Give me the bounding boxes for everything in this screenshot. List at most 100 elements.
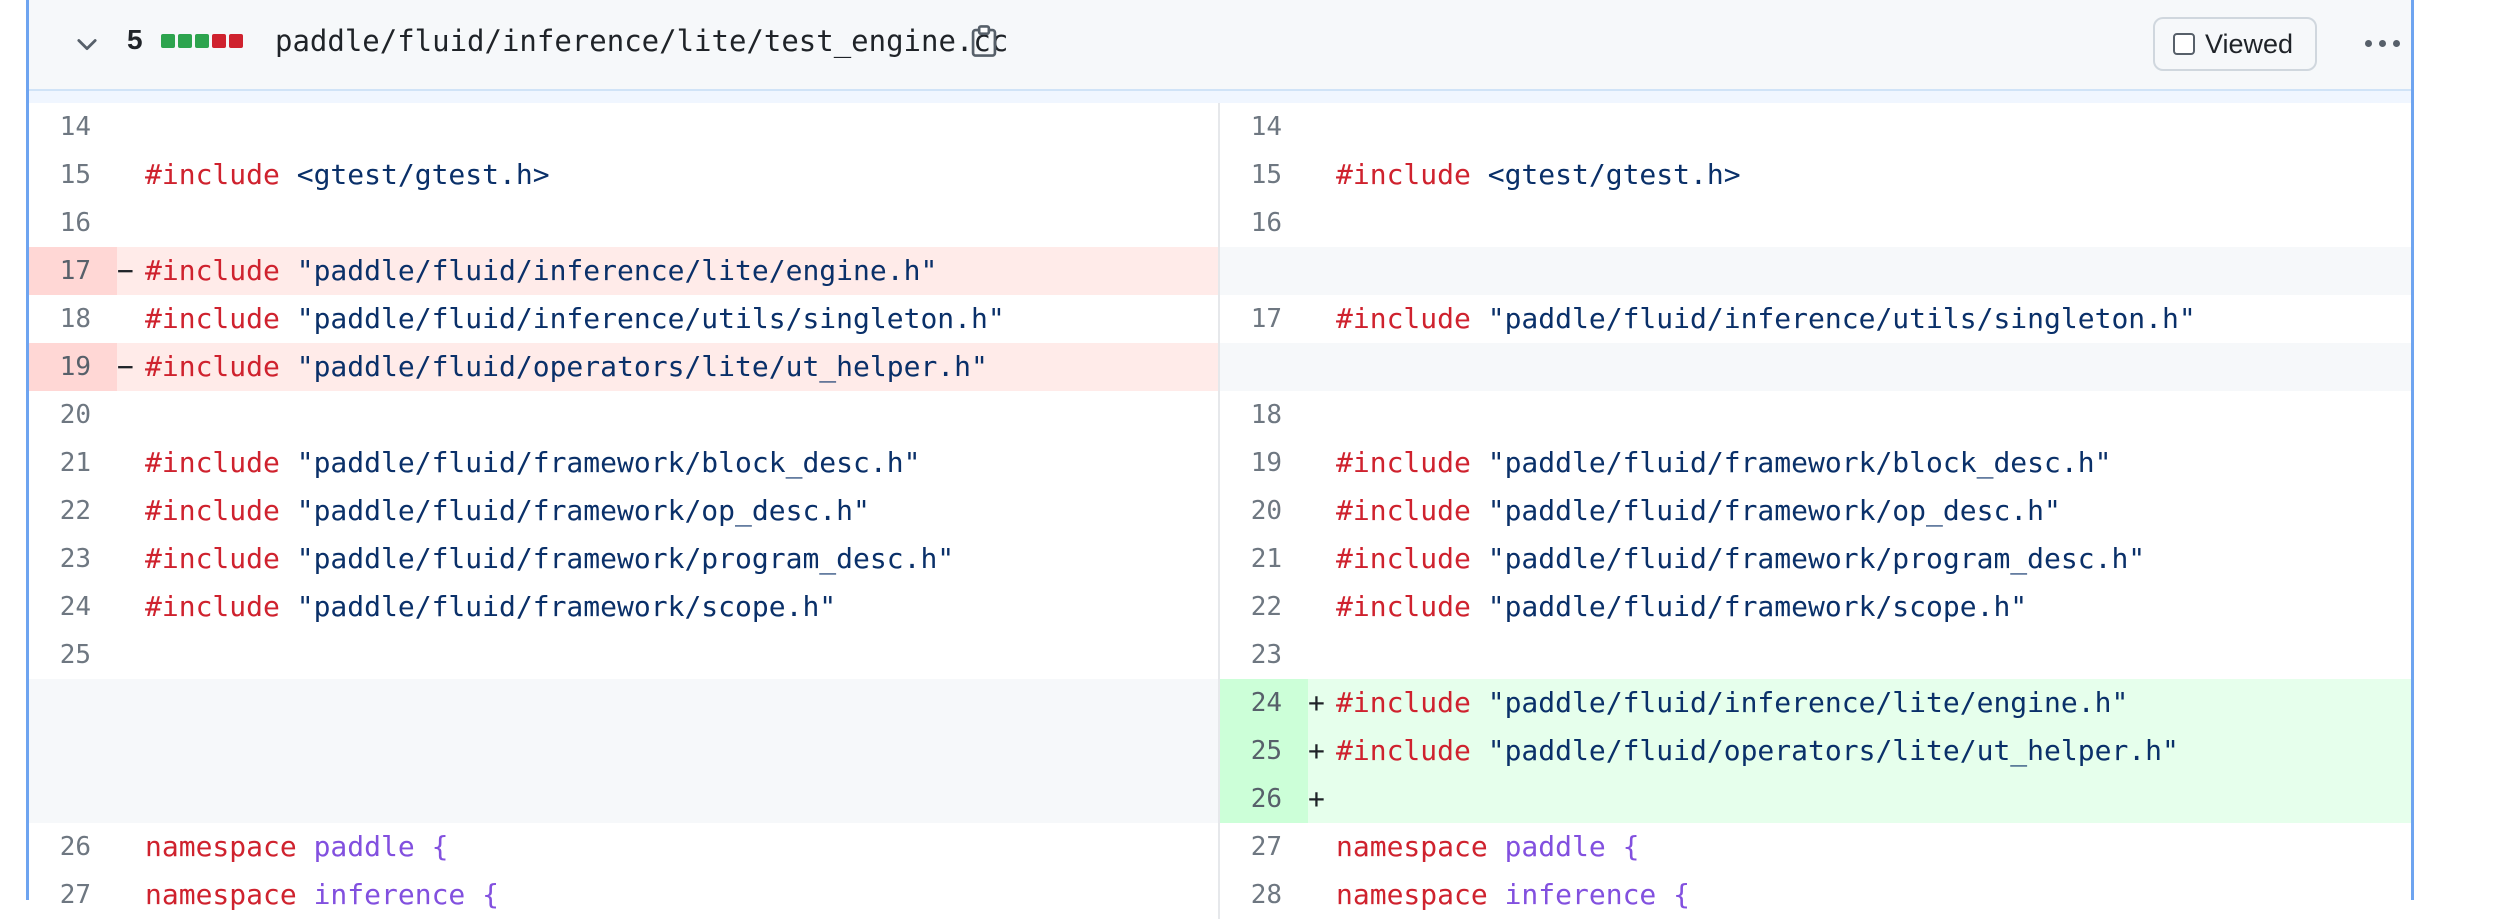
diff-row: 14 14 [29, 103, 2411, 151]
right-side-line [1220, 343, 2411, 391]
line-number[interactable]: 18 [29, 295, 117, 343]
line-number[interactable]: 26 [1220, 775, 1308, 823]
line-number[interactable]: 15 [29, 151, 117, 199]
line-number[interactable] [29, 775, 117, 823]
diff-row: 25 + #include "paddle/fluid/operators/lite… [29, 727, 2411, 775]
right-side-line: 19 #include "paddle/fluid/framework/block… [1220, 439, 2411, 487]
line-number[interactable]: 26 [29, 823, 117, 871]
code-text: paddle { [296, 830, 449, 863]
code-keyword: #include [145, 302, 280, 335]
diff-sign: + [1308, 686, 1325, 719]
code-keyword: #include [145, 446, 280, 479]
diff-sign [1308, 583, 1336, 631]
code-text: "paddle/fluid/inference/utils/singleton.… [279, 302, 1005, 335]
code-line: #include "paddle/fluid/framework/program… [145, 535, 954, 583]
hunk-band [29, 91, 2411, 103]
code-text: "paddle/fluid/operators/lite/ut_helper.h… [1470, 734, 2179, 767]
code-keyword: #include [145, 494, 280, 527]
diff-row: 26 + [29, 775, 2411, 823]
line-number[interactable] [29, 679, 117, 727]
code-keyword: #include [1336, 686, 1471, 719]
split-diff: 14 14 15 #include <gtest/gtest.h> 15 #include… [29, 91, 2411, 919]
code-text: "paddle/fluid/inference/utils/singleton.… [1470, 302, 2196, 335]
diff-sign [1308, 103, 1336, 151]
line-number[interactable]: 14 [29, 103, 117, 151]
code-keyword: #include [145, 542, 280, 575]
diff-sign [1308, 295, 1336, 343]
line-number[interactable]: 14 [1220, 103, 1308, 151]
viewed-checkbox[interactable] [2173, 33, 2195, 55]
line-number[interactable]: 27 [1220, 823, 1308, 871]
code-keyword: #include [1336, 734, 1471, 767]
left-side-line: 23 #include "paddle/fluid/framework/progr… [29, 535, 1220, 583]
left-side-line: 15 #include <gtest/gtest.h> [29, 151, 1220, 199]
line-number[interactable]: 21 [29, 439, 117, 487]
line-number[interactable]: 20 [29, 391, 117, 439]
diffstat-block [195, 34, 209, 48]
line-number[interactable]: 24 [29, 583, 117, 631]
code-text: "paddle/fluid/framework/scope.h" [279, 590, 837, 623]
left-side-line: 14 [29, 103, 1220, 151]
diff-row: 23 #include "paddle/fluid/framework/progr… [29, 535, 2411, 583]
more-options-icon[interactable] [2365, 28, 2409, 58]
line-number[interactable]: 19 [29, 343, 117, 391]
code-keyword: namespace [1336, 878, 1488, 911]
diff-row: 24 + #include "paddle/fluid/inference/lite… [29, 679, 2411, 727]
diff-sign [117, 391, 145, 439]
line-number[interactable]: 22 [29, 487, 117, 535]
left-side-line: 18 #include "paddle/fluid/inference/utils… [29, 295, 1220, 343]
line-number[interactable]: 16 [29, 199, 117, 247]
diff-row: 25 23 [29, 631, 2411, 679]
line-number[interactable]: 27 [29, 871, 117, 919]
line-number[interactable]: 24 [1220, 679, 1308, 727]
left-side-line [29, 775, 1220, 823]
diff-sign [117, 487, 145, 535]
line-number[interactable] [29, 727, 117, 775]
line-number[interactable]: 19 [1220, 439, 1308, 487]
line-number[interactable]: 23 [29, 535, 117, 583]
line-number[interactable]: 25 [29, 631, 117, 679]
line-number[interactable]: 16 [1220, 199, 1308, 247]
line-number[interactable]: 25 [1220, 727, 1308, 775]
diffstat-block [161, 34, 175, 48]
left-side-line [29, 727, 1220, 775]
code-line: namespace inference { [1336, 871, 1690, 919]
line-number[interactable]: 17 [1220, 295, 1308, 343]
left-side-line: 20 [29, 391, 1220, 439]
code-text: "paddle/fluid/framework/program_desc.h" [1470, 542, 2146, 575]
file-path[interactable]: paddle/fluid/inference/lite/test_engine.… [275, 24, 1008, 58]
line-number[interactable] [1220, 247, 1308, 295]
left-side-line: 16 [29, 199, 1220, 247]
copy-path-icon[interactable] [969, 24, 999, 58]
code-line: namespace paddle { [1336, 823, 1639, 871]
diff-sign: + [1308, 734, 1325, 767]
right-side-line: 25 + #include "paddle/fluid/operators/lite… [1220, 727, 2411, 775]
chevron-down-icon[interactable] [73, 30, 101, 58]
line-number[interactable]: 21 [1220, 535, 1308, 583]
line-number[interactable]: 18 [1220, 391, 1308, 439]
diff-sign [117, 583, 145, 631]
line-number[interactable]: 28 [1220, 871, 1308, 919]
line-number[interactable] [1220, 343, 1308, 391]
diff-row: 24 #include "paddle/fluid/framework/scope… [29, 583, 2411, 631]
viewed-toggle[interactable]: Viewed [2153, 17, 2317, 71]
diff-sign [117, 871, 145, 919]
code-keyword: #include [1336, 590, 1471, 623]
diff-sign [1308, 631, 1336, 679]
line-number[interactable]: 23 [1220, 631, 1308, 679]
diff-row: 26 namespace paddle {27 namespace paddle { [29, 823, 2411, 871]
diff-row: 16 16 [29, 199, 2411, 247]
diff-sign [117, 103, 145, 151]
diff-sign [117, 199, 145, 247]
code-keyword: #include [145, 350, 280, 383]
line-number[interactable]: 22 [1220, 583, 1308, 631]
line-number[interactable]: 20 [1220, 487, 1308, 535]
diff-sign [1308, 871, 1336, 919]
code-text: "paddle/fluid/framework/block_desc.h" [1470, 446, 2112, 479]
line-number[interactable]: 17 [29, 247, 117, 295]
left-side-line: 22 #include "paddle/fluid/framework/op_de… [29, 487, 1220, 535]
line-number[interactable]: 15 [1220, 151, 1308, 199]
right-side-line: 26 + [1220, 775, 2411, 823]
code-line: #include "paddle/fluid/operators/lite/ut… [1336, 727, 2179, 775]
code-text: inference { [296, 878, 500, 911]
